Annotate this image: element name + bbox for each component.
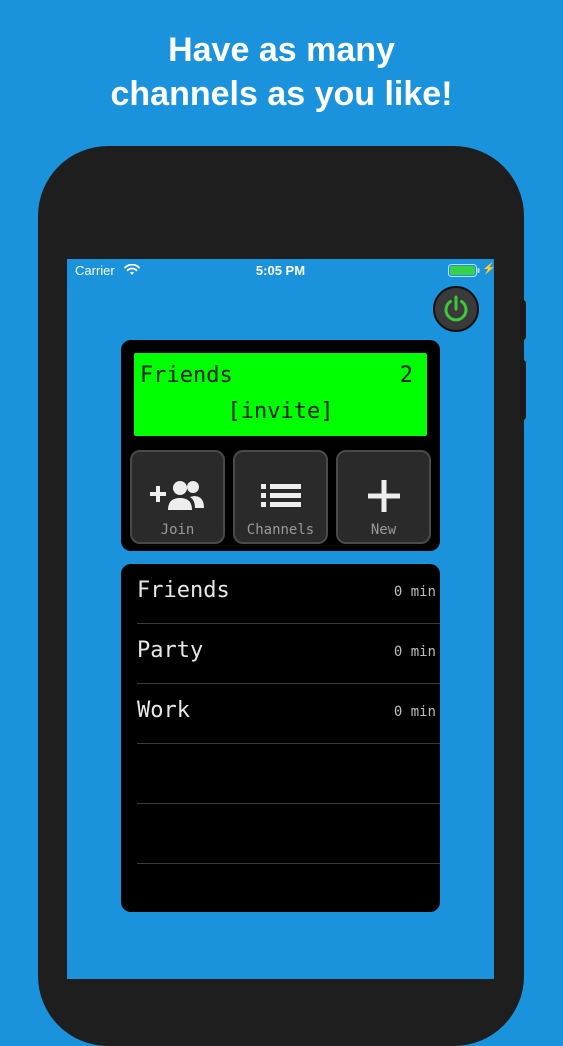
add-people-icon <box>149 481 204 510</box>
channels-label: Channels <box>246 522 315 538</box>
phone-side-button <box>520 300 526 340</box>
headline: Have as many channels as you like! <box>0 28 563 116</box>
headline-line-2: channels as you like! <box>110 75 453 113</box>
channel-row[interactable]: Work 0 min <box>137 684 440 744</box>
power-button[interactable] <box>433 286 479 332</box>
empty-channel-row <box>137 744 440 804</box>
channel-time: 0 min <box>393 584 436 600</box>
join-button[interactable]: Join <box>130 450 225 544</box>
charging-bolt-icon: ⚡ <box>482 263 494 275</box>
new-channel-button[interactable]: New <box>336 450 431 544</box>
list-icon <box>260 484 301 507</box>
current-channel-name: Friends <box>140 363 233 388</box>
control-panel: Friends 2 [invite] Join Channels New <box>121 340 440 551</box>
channel-list: Friends 0 min Party 0 min Work 0 min <box>121 564 440 912</box>
empty-channel-row <box>137 804 440 864</box>
channel-row[interactable]: Party 0 min <box>137 624 440 684</box>
channel-row[interactable]: Friends 0 min <box>137 564 440 624</box>
member-count: 2 <box>399 363 413 388</box>
channel-name: Party <box>137 638 204 663</box>
join-label: Join <box>160 522 195 538</box>
clock-time: 5:05 PM <box>255 263 306 278</box>
channel-name: Work <box>137 698 190 723</box>
power-icon <box>444 295 468 322</box>
channel-time: 0 min <box>393 704 436 720</box>
plus-icon <box>367 480 400 512</box>
headline-line-1: Have as many <box>168 31 395 69</box>
lcd-display: Friends 2 [invite] <box>134 353 427 436</box>
app-screen: Carrier 5:05 PM ⚡ Friends 2 [invite] Joi… <box>67 259 494 979</box>
channel-name: Friends <box>137 578 230 603</box>
battery-icon <box>448 264 480 277</box>
new-label: New <box>370 522 397 538</box>
status-bar: Carrier 5:05 PM ⚡ <box>67 259 494 283</box>
channel-time: 0 min <box>393 644 436 660</box>
channels-button[interactable]: Channels <box>233 450 328 544</box>
invite-link[interactable]: [invite] <box>134 399 427 424</box>
phone-side-button <box>520 360 526 420</box>
